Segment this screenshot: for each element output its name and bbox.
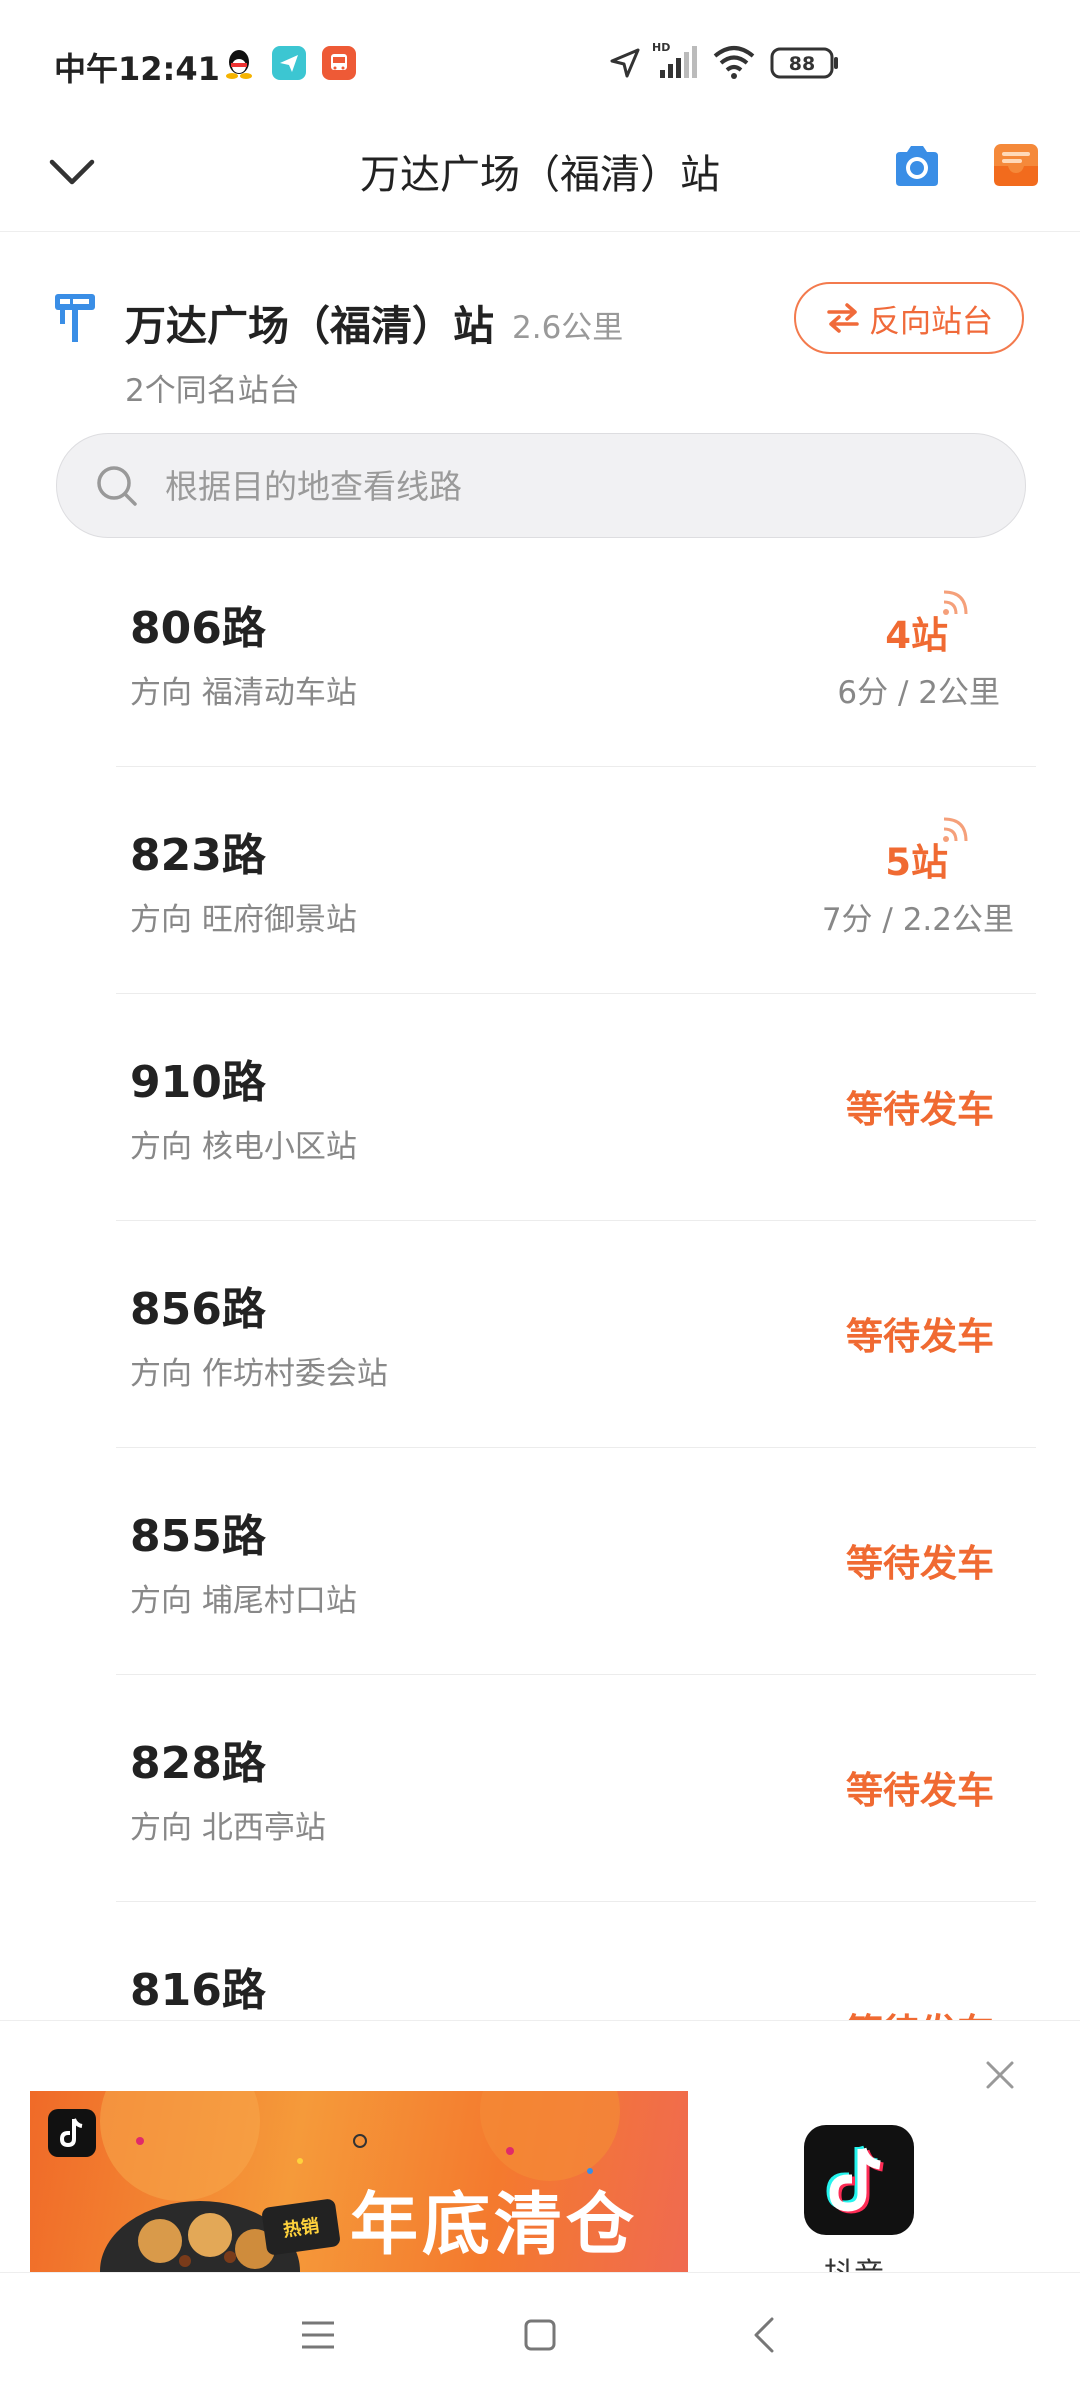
route-direction: 方向 北西亭站: [130, 1810, 326, 1846]
station-distance: 2.6公里: [512, 310, 624, 346]
qq-icon: [222, 46, 256, 80]
route-name: 828路: [130, 1738, 266, 1789]
route-eta: 7分 / 2.2公里: [821, 902, 1014, 938]
top-bar: 万达广场（福清）站: [0, 120, 1080, 232]
mailbox-icon[interactable]: [992, 140, 1040, 190]
route-row[interactable]: 910路 方向 核电小区站 等待发车: [0, 994, 1080, 1221]
battery-level: 88: [789, 53, 815, 75]
route-name: 823路: [130, 830, 266, 881]
tiktok-logo-icon: [48, 2109, 96, 2157]
reverse-station-label: 反向站台: [869, 303, 993, 340]
bus-app-icon: [322, 46, 356, 80]
route-status: 等待发车: [846, 1088, 994, 1131]
route-row[interactable]: 856路 方向 作坊村委会站 等待发车: [0, 1221, 1080, 1448]
route-eta: 6分 / 2公里: [837, 675, 1000, 711]
route-row[interactable]: 806路 方向 福清动车站 4站 6分 / 2公里: [0, 540, 1080, 767]
ad-panel: 热销 年底清仓 抖音: [0, 2020, 1080, 2292]
route-stops-away: 5站: [885, 841, 948, 884]
route-direction: 方向 作坊村委会站: [130, 1356, 388, 1392]
route-stops-away: 4站: [885, 614, 948, 657]
route-direction: 方向 核电小区站: [130, 1129, 357, 1165]
menu-icon[interactable]: [294, 2311, 342, 2359]
search-bar[interactable]: [56, 433, 1026, 539]
route-direction: 方向 埔尾村口站: [130, 1583, 357, 1619]
bus-stop-icon: [54, 293, 96, 343]
route-row[interactable]: 828路 方向 北西亭站 等待发车: [0, 1675, 1080, 1902]
camera-icon[interactable]: [892, 142, 942, 190]
route-status: 等待发车: [846, 1769, 994, 1812]
station-subtitle: 2个同名站台: [125, 373, 300, 409]
route-row[interactable]: 855路 方向 埔尾村口站 等待发车: [0, 1448, 1080, 1675]
search-input[interactable]: [165, 434, 965, 539]
route-name: 806路: [130, 603, 266, 654]
wifi-icon: [712, 44, 756, 80]
status-bar: 中午12:41 HD 88: [0, 0, 1080, 120]
route-row[interactable]: 823路 方向 旺府御景站 5站 7分 / 2.2公里: [0, 767, 1080, 994]
route-status: 等待发车: [846, 1315, 994, 1358]
station-name: 万达广场（福清）站: [125, 302, 494, 350]
send-app-icon: [272, 46, 306, 80]
network-type: HD: [652, 41, 670, 54]
search-icon: [95, 464, 139, 508]
ad-headline: 年底清仓: [350, 2186, 639, 2265]
tiktok-app-icon[interactable]: [804, 2125, 914, 2235]
route-list: 806路 方向 福清动车站 4站 6分 / 2公里 823路 方向 旺府御景站 …: [0, 540, 1080, 2020]
close-icon[interactable]: [980, 2055, 1020, 2095]
hot-sale-tag: 热销: [261, 2198, 341, 2256]
route-name: 816路: [130, 1965, 266, 2016]
swap-arrows-icon: [827, 303, 859, 333]
route-direction: 方向 福清动车站: [130, 675, 357, 711]
route-row[interactable]: 816路 等待发车: [0, 1902, 1080, 2020]
route-status: 等待发车: [846, 2002, 994, 2020]
cellular-signal-icon: HD: [652, 40, 698, 80]
route-status: 等待发车: [846, 1542, 994, 1585]
ad-banner[interactable]: 热销 年底清仓: [30, 2091, 688, 2273]
system-nav-bar: [0, 2272, 1080, 2400]
back-icon[interactable]: [742, 2311, 790, 2359]
home-icon[interactable]: [516, 2311, 564, 2359]
route-name: 856路: [130, 1284, 266, 1335]
battery-icon: 88: [770, 46, 840, 80]
status-time: 中午12:41: [54, 50, 220, 88]
route-direction: 方向 旺府御景站: [130, 902, 357, 938]
reverse-station-button[interactable]: 反向站台: [794, 282, 1024, 354]
route-name: 910路: [130, 1057, 266, 1108]
route-name: 855路: [130, 1511, 266, 1562]
location-arrow-icon: [608, 46, 642, 80]
